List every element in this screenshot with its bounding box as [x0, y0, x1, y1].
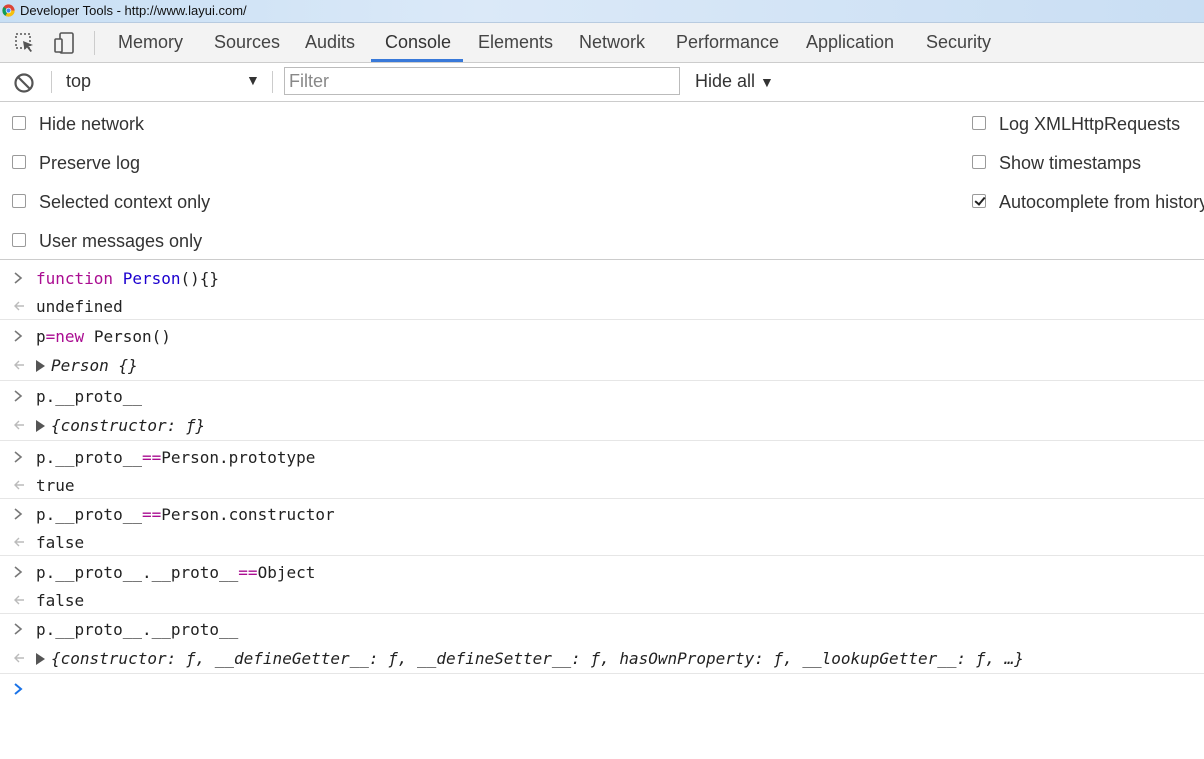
message-divider [0, 319, 1204, 320]
prompt-chevron-icon [14, 508, 23, 520]
toolbar-divider [94, 31, 95, 55]
console-result[interactable]: {constructor: ƒ, __defineGetter__: ƒ, __… [36, 649, 1024, 668]
autocomplete-from-history-option[interactable]: Autocomplete from history [972, 192, 1204, 214]
result-arrow-icon [14, 480, 24, 490]
console-result: undefined [36, 297, 123, 316]
console-messages[interactable]: function Person(){} undefined p=new Pers… [0, 260, 1204, 759]
console-result: true [36, 476, 75, 495]
console-settings-pane: Hide network Preserve log Selected conte… [0, 102, 1204, 260]
result-arrow-icon [14, 420, 24, 430]
console-result-row[interactable]: Person {} [0, 352, 1204, 380]
checkbox[interactable] [12, 155, 26, 169]
tab-sources[interactable]: Sources [214, 23, 280, 62]
console-input: p.__proto__.__proto__==Object [36, 563, 316, 582]
tab-memory[interactable]: Memory [118, 23, 183, 62]
result-arrow-icon [14, 301, 24, 311]
chevron-down-icon: ▼ [760, 74, 774, 90]
console-input: p.__proto__.__proto__ [36, 620, 239, 639]
prompt-chevron-icon [14, 390, 23, 402]
checkbox[interactable] [972, 116, 986, 130]
checkbox[interactable] [12, 233, 26, 247]
filter-input[interactable] [284, 67, 680, 95]
prompt-chevron-icon [14, 623, 23, 635]
active-tab-indicator [371, 59, 463, 62]
prompt-chevron-icon [14, 330, 23, 342]
console-input: p.__proto__==Person.prototype [36, 448, 316, 467]
clear-console-icon[interactable] [13, 72, 35, 94]
expand-triangle-icon[interactable] [36, 360, 45, 372]
expand-triangle-icon[interactable] [36, 653, 45, 665]
chevron-down-icon[interactable]: ▼ [246, 72, 260, 88]
console-input: p.__proto__==Person.constructor [36, 505, 335, 524]
console-input-row: p.__proto__==Person.prototype [0, 444, 1204, 472]
checkbox[interactable] [972, 194, 986, 208]
prompt-chevron-icon [14, 451, 23, 463]
console-result: false [36, 533, 85, 552]
expand-triangle-icon[interactable] [36, 420, 45, 432]
chrome-icon [2, 4, 15, 17]
tab-console[interactable]: Console [385, 23, 451, 62]
console-result-row: true [0, 472, 1204, 500]
checkbox[interactable] [12, 116, 26, 130]
console-input-row: p.__proto__ [0, 383, 1204, 411]
console-input-row: p.__proto__.__proto__ [0, 616, 1204, 644]
checkbox[interactable] [972, 155, 986, 169]
window-titlebar: Developer Tools - http://www.layui.com/ [0, 0, 1204, 23]
message-divider [0, 440, 1204, 441]
tab-elements[interactable]: Elements [478, 23, 553, 62]
console-result-row[interactable]: {constructor: ƒ, __defineGetter__: ƒ, __… [0, 645, 1204, 673]
prompt-chevron-icon [14, 566, 23, 578]
console-result: false [36, 591, 85, 610]
console-toolbar: top ▼ Hide all ▼ [0, 63, 1204, 102]
result-arrow-icon [14, 653, 24, 663]
console-input: function Person(){} [36, 269, 220, 288]
console-result[interactable]: {constructor: ƒ} [36, 416, 205, 435]
console-input-row: p.__proto__.__proto__==Object [0, 559, 1204, 587]
message-divider [0, 555, 1204, 556]
window-title: Developer Tools - http://www.layui.com/ [20, 3, 247, 18]
console-input-row: function Person(){} [0, 265, 1204, 293]
console-input-row: p.__proto__==Person.constructor [0, 501, 1204, 529]
log-levels-dropdown[interactable]: Hide all ▼ [695, 71, 774, 92]
tab-security[interactable]: Security [926, 23, 991, 62]
devtools-tabbar: Memory Sources Audits Console Elements N… [0, 23, 1204, 63]
inspect-element-icon[interactable] [13, 31, 37, 55]
console-result-row[interactable]: {constructor: ƒ} [0, 412, 1204, 440]
checkbox[interactable] [12, 194, 26, 208]
console-input: p.__proto__ [36, 387, 142, 406]
console-prompt[interactable] [0, 676, 1204, 704]
console-result-row: false [0, 587, 1204, 615]
tab-audits[interactable]: Audits [305, 23, 355, 62]
console-result-row: undefined [0, 293, 1204, 321]
result-arrow-icon [14, 595, 24, 605]
message-divider [0, 613, 1204, 614]
toolbar-divider [51, 71, 52, 93]
result-arrow-icon [14, 537, 24, 547]
tab-performance[interactable]: Performance [676, 23, 779, 62]
console-result-row: false [0, 529, 1204, 557]
message-divider [0, 380, 1204, 381]
toolbar-divider [272, 71, 273, 93]
device-toolbar-icon[interactable] [52, 31, 76, 55]
message-divider [0, 673, 1204, 674]
tab-network[interactable]: Network [579, 23, 645, 62]
console-result[interactable]: Person {} [36, 356, 138, 375]
console-input-row: p=new Person() [0, 323, 1204, 351]
prompt-chevron-icon [14, 272, 23, 284]
result-arrow-icon [14, 360, 24, 370]
tab-application[interactable]: Application [806, 23, 894, 62]
log-levels-label: Hide all [695, 71, 756, 91]
prompt-chevron-icon [14, 683, 23, 695]
message-divider [0, 498, 1204, 499]
context-selector[interactable]: top [66, 71, 91, 92]
console-input: p=new Person() [36, 327, 171, 346]
